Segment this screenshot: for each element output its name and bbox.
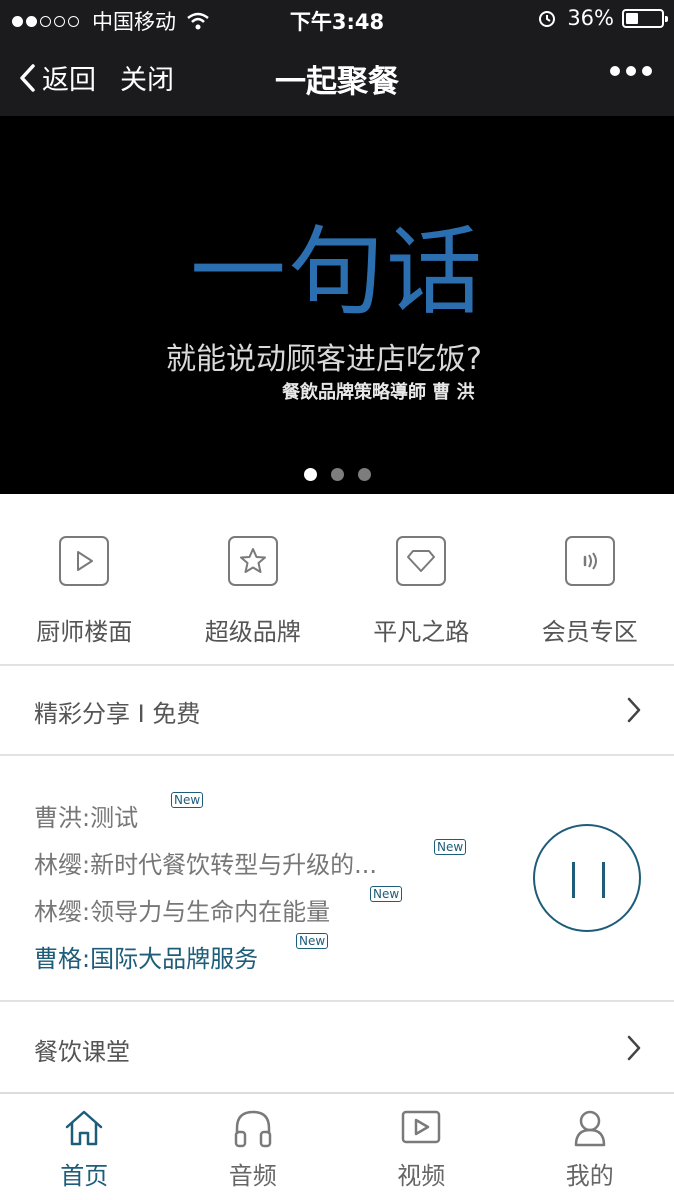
category-grid: 厨师楼面 超级品牌 平凡之路 会员专区 [0, 494, 674, 666]
list-item-text: 曹洪:测试 [34, 804, 139, 832]
list-item-text: 林缨:新时代餐饮转型与升级的... [34, 851, 377, 879]
back-label: 返回 [42, 65, 96, 96]
list-item[interactable]: 曹格:国际大品牌服务 New [34, 933, 329, 974]
star-icon [227, 536, 278, 586]
alarm-icon [539, 11, 556, 27]
headphones-icon [234, 1110, 271, 1148]
list-item[interactable]: 曹洪:测试 New [34, 792, 204, 833]
category-label: 平凡之路 [373, 618, 470, 646]
banner-author: 餐飲品牌策略導師 曹 洪 [282, 382, 475, 403]
back-button[interactable]: 返回 [18, 58, 96, 97]
carousel-dots [0, 468, 674, 481]
home-icon [66, 1110, 103, 1146]
category-chef[interactable]: 厨师楼面 [0, 494, 169, 664]
status-right: 36% [537, 6, 668, 30]
list-item[interactable]: 林缨:领导力与生命内在能量 New [34, 886, 403, 927]
category-brand[interactable]: 超级品牌 [169, 494, 338, 664]
video-icon [402, 1110, 441, 1144]
page-title: 一起聚餐 [275, 64, 399, 100]
carousel-dot[interactable] [330, 468, 344, 481]
banner-headline: 一句话 [190, 216, 484, 328]
play-icon [59, 536, 110, 586]
chevron-left-icon [20, 63, 35, 92]
pause-icon [572, 862, 575, 898]
diamond-icon [396, 536, 447, 586]
new-badge: New [296, 933, 329, 949]
tab-label: 视频 [397, 1162, 446, 1190]
list-item[interactable]: 林缨:新时代餐饮转型与升级的... New [34, 839, 467, 880]
banner-carousel[interactable]: 一句话 就能说动顾客进店吃饭? 餐飲品牌策略導師 曹 洪 [0, 116, 674, 494]
close-button[interactable]: 关闭 [120, 58, 174, 97]
tab-label: 我的 [565, 1162, 614, 1190]
user-icon [574, 1110, 605, 1147]
new-badge: New [171, 792, 204, 808]
tab-label: 音频 [228, 1162, 277, 1190]
nav-bar: 返回 关闭 一起聚餐 [0, 38, 674, 116]
new-badge: New [434, 839, 467, 855]
tab-bar: 首页 音频 视频 我的 [0, 1092, 674, 1200]
carousel-dot[interactable] [357, 468, 371, 481]
category-road[interactable]: 平凡之路 [337, 494, 506, 664]
carousel-dot[interactable] [303, 468, 317, 481]
category-label: 厨师楼面 [36, 618, 133, 646]
tab-mine[interactable]: 我的 [506, 1094, 674, 1200]
battery-percent: 36% [567, 6, 614, 30]
chevron-right-icon [627, 1035, 641, 1061]
share-row-label: 精彩分享 I 免费 [34, 700, 201, 728]
more-options-icon[interactable] [604, 66, 652, 76]
banner-subtitle: 就能说动顾客进店吃饭? [166, 342, 482, 377]
share-row[interactable]: 精彩分享 I 免费 [0, 666, 674, 756]
list-item-text: 曹格:国际大品牌服务 [34, 945, 259, 973]
chevron-right-icon [627, 697, 641, 723]
class-row[interactable]: 餐饮课堂 [0, 1004, 674, 1094]
list-item-text: 林缨:领导力与生命内在能量 [34, 898, 331, 926]
class-row-label: 餐饮课堂 [34, 1038, 130, 1066]
tab-video[interactable]: 视频 [337, 1094, 506, 1200]
tab-audio[interactable]: 音频 [169, 1094, 338, 1200]
pause-button[interactable] [533, 824, 641, 932]
battery-icon [622, 8, 668, 28]
category-label: 超级品牌 [204, 618, 301, 646]
status-bar: 中国移动 下午3:48 36% [0, 0, 674, 38]
tab-home[interactable]: 首页 [0, 1094, 169, 1200]
sound-icon [564, 536, 615, 586]
category-member[interactable]: 会员专区 [506, 494, 674, 664]
category-label: 会员专区 [541, 618, 638, 646]
audio-list: 曹洪:测试 New 林缨:新时代餐饮转型与升级的... New 林缨:领导力与生… [0, 758, 674, 1002]
new-badge: New [370, 886, 403, 902]
tab-label: 首页 [60, 1162, 109, 1190]
